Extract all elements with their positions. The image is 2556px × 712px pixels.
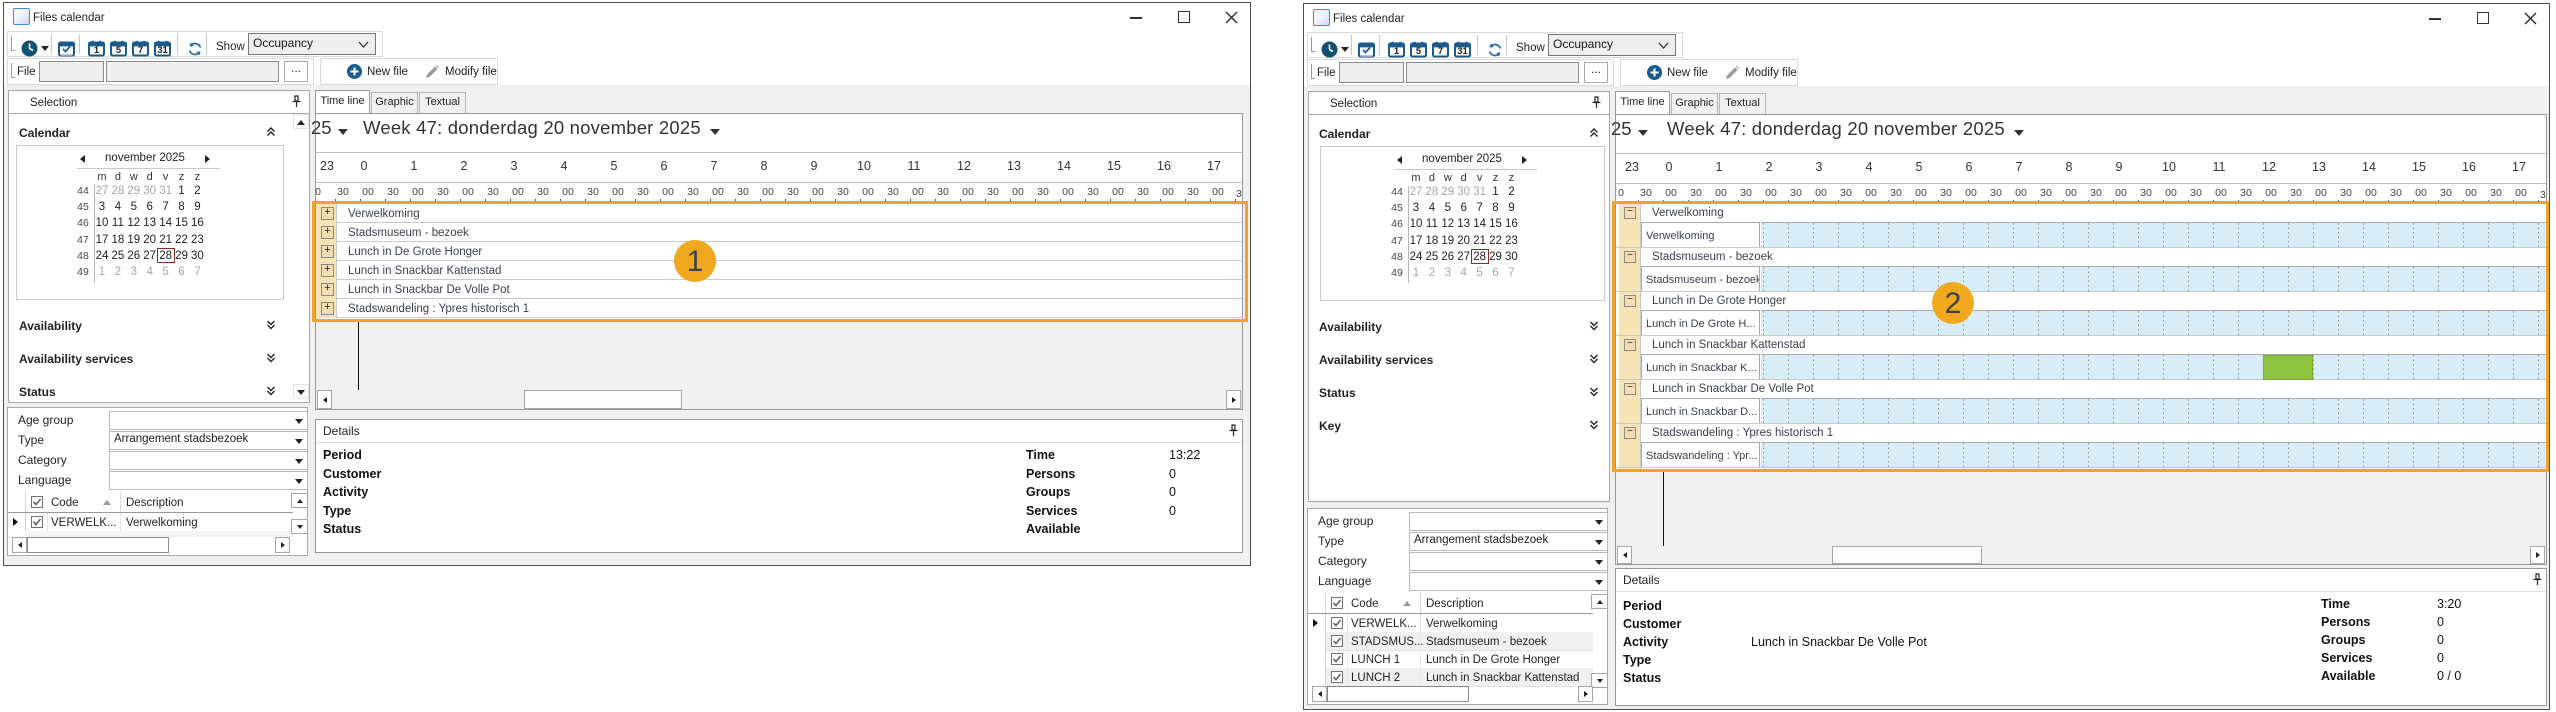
svg-text:5: 5	[116, 45, 122, 56]
svg-text:5: 5	[1416, 46, 1422, 57]
svg-text:1: 1	[1394, 46, 1400, 57]
svg-text:31: 31	[157, 45, 168, 56]
svg-text:7: 7	[1438, 46, 1443, 57]
svg-text:31: 31	[1457, 46, 1468, 57]
svg-text:7: 7	[138, 45, 143, 56]
svg-text:1: 1	[94, 45, 100, 56]
